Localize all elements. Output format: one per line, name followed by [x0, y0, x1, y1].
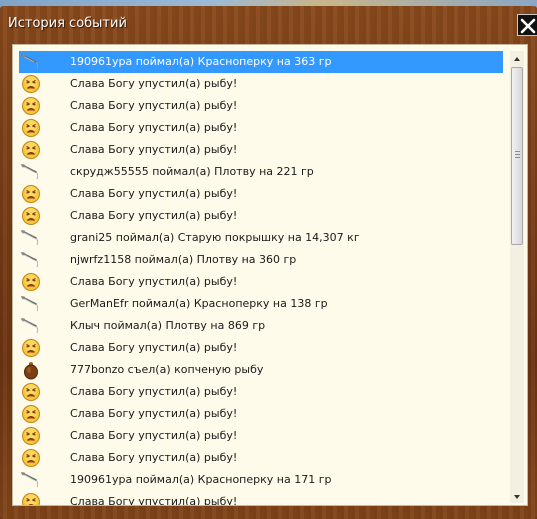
- event-text: Слава Богу упустил(а) рыбу!: [70, 121, 238, 134]
- event-row[interactable]: Слава Богу упустил(а) рыбу!: [19, 403, 503, 425]
- event-text: Слава Богу упустил(а) рыбу!: [70, 275, 238, 288]
- event-row[interactable]: Клыч поймал(а) Плотву на 869 гр: [19, 315, 503, 337]
- event-row[interactable]: скрудж55555 поймал(а) Плотву на 221 гр: [19, 161, 503, 183]
- sad-smiley-icon: [21, 448, 41, 468]
- scroll-down-button[interactable]: [510, 489, 524, 503]
- event-row[interactable]: Слава Богу упустил(а) рыбу!: [19, 337, 503, 359]
- fishing-rod-icon: [21, 228, 41, 248]
- sad-smiley-icon: [21, 272, 41, 292]
- event-text: Клыч поймал(а) Плотву на 869 гр: [70, 319, 266, 332]
- scroll-up-button[interactable]: [510, 51, 524, 65]
- sad-smiley-icon: [21, 426, 41, 446]
- event-text: GerManEfr поймал(а) Красноперку на 138 г…: [70, 297, 328, 310]
- sad-smiley-icon: [21, 206, 41, 226]
- event-text: njwrfz1158 поймал(а) Плотву на 360 гр: [70, 253, 297, 266]
- event-text: Слава Богу упустил(а) рыбу!: [70, 341, 238, 354]
- thumb-grip: [515, 157, 520, 158]
- event-history-panel: 190961ура поймал(а) Красноперку на 363 г…: [12, 44, 528, 506]
- sad-smiley-icon: [21, 338, 41, 358]
- sad-smiley-icon: [21, 404, 41, 424]
- fishing-rod-icon: [21, 250, 41, 270]
- event-row[interactable]: Слава Богу упустил(а) рыбу!: [19, 95, 503, 117]
- event-row[interactable]: Слава Богу упустил(а) рыбу!: [19, 139, 503, 161]
- fishing-rod-icon: [21, 470, 41, 490]
- event-text: Слава Богу упустил(а) рыбу!: [70, 209, 238, 222]
- event-text: 777bonzo съел(а) копченую рыбу: [70, 363, 264, 376]
- event-row[interactable]: Слава Богу упустил(а) рыбу!: [19, 205, 503, 227]
- event-row[interactable]: 190961ура поймал(а) Красноперку на 363 г…: [19, 51, 503, 73]
- event-row[interactable]: Слава Богу упустил(а) рыбу!: [19, 183, 503, 205]
- sad-smiley-icon: [21, 118, 41, 138]
- event-row[interactable]: 777bonzo съел(а) копченую рыбу: [19, 359, 503, 381]
- event-row[interactable]: njwrfz1158 поймал(а) Плотву на 360 гр: [19, 249, 503, 271]
- thumb-grip: [515, 151, 520, 152]
- event-text: Слава Богу упустил(а) рыбу!: [70, 429, 238, 442]
- sad-smiley-icon: [21, 96, 41, 116]
- event-row[interactable]: Слава Богу упустил(а) рыбу!: [19, 117, 503, 139]
- event-text: Слава Богу упустил(а) рыбу!: [70, 99, 238, 112]
- event-text: Слава Богу упустил(а) рыбу!: [70, 187, 238, 200]
- event-text: grani25 поймал(а) Старую покрышку на 14,…: [70, 231, 360, 244]
- sad-smiley-icon: [21, 140, 41, 160]
- arrow-up-icon: [514, 57, 520, 61]
- title-bar: История событий: [0, 6, 537, 40]
- event-text: Слава Богу упустил(а) рыбу!: [70, 385, 238, 398]
- fishing-rod-icon: [21, 52, 41, 72]
- event-list[interactable]: 190961ура поймал(а) Красноперку на 363 г…: [19, 51, 503, 506]
- sad-smiley-icon: [21, 492, 41, 505]
- event-row[interactable]: Слава Богу упустил(а) рыбу!: [19, 447, 503, 469]
- thumb-grip: [515, 154, 520, 155]
- event-text: Слава Богу упустил(а) рыбу!: [70, 143, 238, 156]
- event-row[interactable]: Слава Богу упустил(а) рыбу!: [19, 271, 503, 293]
- vertical-scrollbar[interactable]: [510, 51, 524, 503]
- arrow-down-icon: [514, 495, 520, 499]
- event-row[interactable]: Слава Богу упустил(а) рыбу!: [19, 73, 503, 95]
- close-button[interactable]: [517, 14, 537, 36]
- event-text: 190961ура поймал(а) Красноперку на 363 г…: [70, 55, 332, 68]
- close-icon: [520, 18, 536, 34]
- window-title: История событий: [8, 16, 127, 31]
- event-row[interactable]: Слава Богу упустил(а) рыбу!: [19, 381, 503, 403]
- event-row[interactable]: 190961ура поймал(а) Красноперку на 171 г…: [19, 469, 503, 491]
- event-row[interactable]: GerManEfr поймал(а) Красноперку на 138 г…: [19, 293, 503, 315]
- sad-smiley-icon: [21, 74, 41, 94]
- event-row[interactable]: Слава Богу упустил(а) рыбу!: [19, 425, 503, 447]
- fishing-rod-icon: [21, 162, 41, 182]
- event-row[interactable]: Слава Богу упустил(а) рыбу!: [19, 491, 503, 506]
- event-row[interactable]: grani25 поймал(а) Старую покрышку на 14,…: [19, 227, 503, 249]
- event-text: Слава Богу упустил(а) рыбу!: [70, 407, 238, 420]
- sad-smiley-icon: [21, 184, 41, 204]
- event-text: Слава Богу упустил(а) рыбу!: [70, 77, 238, 90]
- bag-icon: [21, 360, 41, 380]
- event-text: Слава Богу упустил(а) рыбу!: [70, 451, 238, 464]
- fishing-rod-icon: [21, 294, 41, 314]
- sad-smiley-icon: [21, 382, 41, 402]
- event-text: Слава Богу упустил(а) рыбу!: [70, 495, 238, 506]
- event-text: 190961ура поймал(а) Красноперку на 171 г…: [70, 473, 332, 486]
- event-text: скрудж55555 поймал(а) Плотву на 221 гр: [70, 165, 314, 178]
- fishing-rod-icon: [21, 316, 41, 336]
- scroll-thumb[interactable]: [511, 67, 523, 245]
